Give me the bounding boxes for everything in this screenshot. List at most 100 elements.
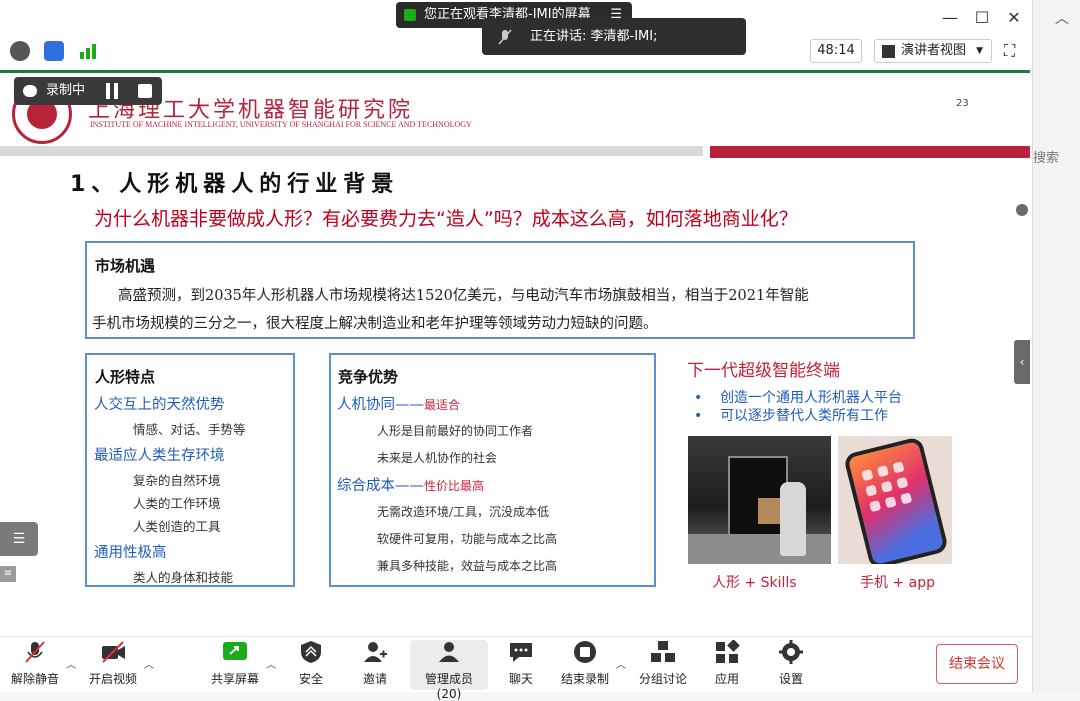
view-mode-label: 演讲者视图 bbox=[901, 43, 967, 58]
gear-icon bbox=[778, 640, 804, 664]
end-recording-button[interactable]: 结束录制 bbox=[550, 640, 620, 687]
video-off-icon bbox=[100, 640, 126, 664]
smartphone-photo bbox=[838, 436, 952, 564]
feature-item-2-sub-2: 人类的工作环境 bbox=[133, 496, 221, 511]
slide-heading: 1、人形机器人的行业背景 bbox=[70, 172, 400, 197]
outline-button[interactable]: ≡ bbox=[0, 566, 16, 582]
security-shield-icon bbox=[298, 640, 324, 664]
next-gen-bullet-1-text: 创造一个通用人形机器人平台 bbox=[720, 390, 903, 406]
expand-panel-button[interactable]: ‹ bbox=[1014, 340, 1030, 384]
feature-item-1: 人交互上的天然优势 bbox=[94, 397, 225, 413]
close-button[interactable]: ✕ bbox=[1004, 8, 1024, 27]
feature-item-2-sub-1: 复杂的自然环境 bbox=[133, 473, 221, 488]
header-rule-gray bbox=[0, 146, 703, 156]
share-screen-button[interactable]: 共享屏幕 bbox=[200, 640, 270, 687]
market-paragraph: 高盛预测，到2035年人形机器人市场规模将达1520亿美元，与电动汽车市场旗鼓相… bbox=[92, 282, 904, 338]
info-icon[interactable] bbox=[10, 41, 30, 61]
members-icon bbox=[436, 640, 462, 664]
invite-button[interactable]: 邀请 bbox=[340, 640, 410, 687]
meeting-timer: 48:14 bbox=[810, 39, 862, 63]
breakout-icon bbox=[650, 640, 676, 664]
speaking-text: 正在讲话: 李清都-IMI; bbox=[530, 29, 658, 44]
security-label: 安全 bbox=[298, 672, 323, 686]
recording-label: 录制中 bbox=[46, 83, 86, 98]
chevron-up-icon[interactable]: ︿ bbox=[266, 656, 276, 671]
university-english-name: INSTITUTE OF MACHINE INTELLIGENT, UNIVER… bbox=[90, 120, 472, 129]
view-mode-dropdown[interactable]: 演讲者视图 ▼ bbox=[874, 39, 992, 63]
scroll-handle[interactable] bbox=[1016, 204, 1028, 216]
search-label[interactable]: 搜索 bbox=[1033, 147, 1059, 166]
mic-muted-icon bbox=[22, 640, 48, 664]
market-title: 市场机遇 bbox=[95, 257, 156, 275]
next-gen-title: 下一代超级智能终端 bbox=[687, 361, 840, 381]
signal-icon[interactable] bbox=[78, 41, 98, 61]
collapse-icon[interactable]: ︿ bbox=[1055, 8, 1069, 28]
advantage-box bbox=[329, 353, 656, 587]
breakout-label: 分组讨论 bbox=[638, 672, 687, 686]
advantage-item-2-tag: 性价比最高 bbox=[424, 479, 485, 493]
feature-item-2: 最适应人类生存环境 bbox=[94, 448, 225, 464]
share-status-icon bbox=[404, 9, 416, 21]
chevron-up-icon[interactable]: ︿ bbox=[144, 656, 154, 671]
humanoid-robot-photo bbox=[688, 436, 831, 564]
mic-muted-icon bbox=[496, 28, 514, 46]
chevron-down-icon: ▼ bbox=[976, 46, 983, 56]
fullscreen-icon[interactable]: ⛶ bbox=[1004, 41, 1015, 61]
feature-item-2-sub-3: 人类创造的工具 bbox=[133, 519, 221, 534]
apps-button[interactable]: 应用 bbox=[692, 639, 762, 687]
advantage-item-1-sub-2: 未来是人机协作的社会 bbox=[377, 451, 498, 465]
minimize-button[interactable]: — bbox=[940, 8, 960, 27]
advantage-item-2-label: 综合成本—— bbox=[337, 478, 424, 494]
chat-button[interactable]: 聊天 bbox=[486, 640, 556, 687]
chevron-up-icon[interactable]: ︿ bbox=[616, 656, 626, 671]
slide-question: 为什么机器非要做成人形？有必要费力去“造人”吗？成本这么高，如何落地商业化？ bbox=[94, 208, 798, 230]
start-video-label: 开启视频 bbox=[88, 672, 137, 686]
invite-label: 邀请 bbox=[362, 672, 387, 686]
slide-list-button[interactable]: ☰ bbox=[0, 522, 38, 556]
unmute-button[interactable]: 解除静音 bbox=[0, 640, 70, 687]
end-meeting-button[interactable]: 结束会议 bbox=[936, 644, 1018, 684]
shared-slide: 上海理工大学机器智能研究院 INSTITUTE OF MACHINE INTEL… bbox=[0, 70, 1030, 630]
advantage-item-1-tag: 最适合 bbox=[424, 398, 461, 412]
share-screen-label: 共享屏幕 bbox=[210, 672, 259, 686]
end-recording-label: 结束录制 bbox=[560, 672, 609, 686]
active-speaker-indicator: 正在讲话: 李清都-IMI; bbox=[482, 18, 746, 55]
market-line-2: 手机市场规模的三分之一，很大程度上解决制造业和老年护理等领域劳动力短缺的问题。 bbox=[92, 316, 658, 332]
advantage-item-2: 综合成本——性价比最高 bbox=[337, 474, 484, 495]
manage-members-label: 管理成员(20) bbox=[424, 672, 473, 701]
market-line-1: 高盛预测，到2035年人形机器人市场规模将达1520亿美元，与电动汽车市场旗鼓相… bbox=[118, 288, 809, 304]
stop-recording-button[interactable] bbox=[138, 84, 152, 98]
advantage-item-2-sub-3: 兼具多种技能，效益与成本之比高 bbox=[377, 559, 558, 573]
speaker-view-icon bbox=[882, 45, 895, 58]
apps-grid-icon bbox=[714, 639, 740, 664]
next-gen-bullet-2-text: 可以逐步替代人类所有工作 bbox=[720, 408, 889, 424]
advantage-item-2-sub-1: 无需改造环境/工具，沉没成本低 bbox=[377, 505, 550, 519]
maximize-button[interactable]: ☐ bbox=[972, 8, 992, 27]
feature-item-1-sub: 情感、对话、手势等 bbox=[133, 422, 246, 437]
right-side-pane: ︿ 搜索 bbox=[1032, 0, 1080, 692]
security-button[interactable]: 安全 bbox=[276, 640, 346, 687]
settings-button[interactable]: 设置 bbox=[756, 640, 826, 687]
advantage-item-2-sub-2: 软硬件可复用，功能与成本之比高 bbox=[377, 532, 558, 546]
advantage-title: 竞争优势 bbox=[338, 368, 399, 386]
slide-top-rule bbox=[0, 70, 1030, 73]
start-video-button[interactable]: 开启视频 bbox=[78, 640, 148, 687]
caption-phone: 手机 + app bbox=[860, 575, 935, 591]
feature-item-3: 通用性极高 bbox=[94, 545, 167, 561]
advantage-item-1-label: 人机协同—— bbox=[337, 397, 424, 413]
features-title: 人形特点 bbox=[95, 368, 156, 386]
breakout-rooms-button[interactable]: 分组讨论 bbox=[628, 640, 698, 687]
settings-label: 设置 bbox=[778, 672, 803, 686]
cloud-record-icon bbox=[23, 85, 37, 97]
add-user-icon bbox=[362, 640, 388, 664]
next-gen-bullet-1: • 创造一个通用人形机器人平台 bbox=[694, 390, 903, 406]
advantage-item-1-sub-1: 人形是目前最好的协同工作者 bbox=[377, 424, 534, 438]
next-gen-bullet-2: • 可以逐步替代人类所有工作 bbox=[694, 408, 889, 424]
recording-indicator: 录制中 bbox=[14, 77, 162, 105]
chevron-up-icon[interactable]: ︿ bbox=[66, 656, 76, 671]
share-screen-icon bbox=[222, 640, 248, 664]
slide-page-number: 23 bbox=[956, 98, 969, 109]
pause-recording-button[interactable] bbox=[104, 83, 120, 99]
chat-icon bbox=[508, 640, 534, 664]
shield-icon[interactable] bbox=[44, 41, 64, 61]
